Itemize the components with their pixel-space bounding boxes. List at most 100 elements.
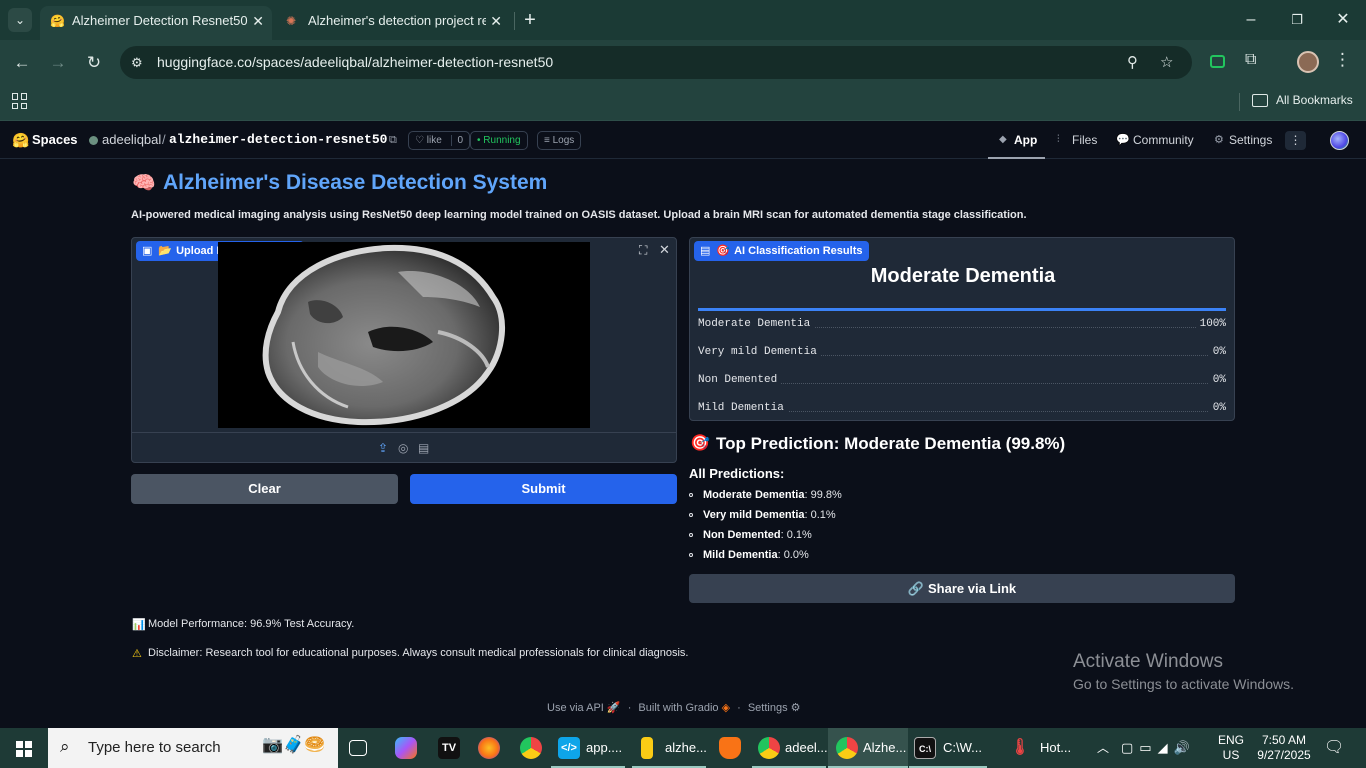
- image-icon: ▣: [142, 245, 153, 257]
- chrome-profile-icon[interactable]: [758, 737, 780, 759]
- start-button[interactable]: [0, 728, 48, 768]
- taskbar-item-chrome-adeel[interactable]: adeel...: [785, 728, 828, 768]
- nav-files[interactable]: Files: [1072, 121, 1097, 159]
- time-text: 7:50 AM: [1261, 733, 1307, 747]
- reload-button[interactable]: ↻: [81, 50, 107, 76]
- search-icon: ⌕: [60, 737, 70, 756]
- clear-image-icon[interactable]: ✕: [659, 242, 670, 258]
- bullet-icon: [689, 553, 693, 557]
- extension-icon[interactable]: [1210, 55, 1225, 68]
- nav-community[interactable]: Community: [1133, 121, 1194, 159]
- weather-text[interactable]: Hot...: [1040, 728, 1071, 768]
- browser-tab-active[interactable]: 🤗 Alzheimer Detection Resnet50 - ✕: [40, 6, 272, 40]
- spaces-logo-icon[interactable]: 🤗: [12, 121, 29, 159]
- bullet-icon: [689, 493, 693, 497]
- chrome-icon[interactable]: [520, 737, 542, 759]
- nav-settings[interactable]: Settings: [1229, 121, 1272, 159]
- share-link-button[interactable]: 🔗 Share via Link: [689, 574, 1235, 603]
- like-button[interactable]: ♡ like 0: [408, 131, 471, 150]
- taskbar-item-app[interactable]: app....: [586, 728, 622, 768]
- bookmarks-divider: [1239, 93, 1240, 111]
- space-repo-name[interactable]: alzheimer-detection-resnet50: [169, 121, 387, 159]
- use-via-api-link[interactable]: Use via API: [547, 702, 604, 714]
- webcam-icon[interactable]: ◎: [398, 441, 408, 455]
- submit-button[interactable]: Submit: [410, 474, 677, 504]
- tray-chevron-icon[interactable]: ︿: [1097, 728, 1109, 768]
- search-highlight-image: 📷🧳🥯: [262, 735, 326, 754]
- close-tab-icon[interactable]: ✕: [248, 6, 264, 36]
- close-window-button[interactable]: ✕: [1320, 0, 1366, 40]
- footer-settings-link[interactable]: Settings: [748, 702, 788, 714]
- all-bookmarks-button[interactable]: All Bookmarks: [1276, 85, 1353, 115]
- url-omnibox[interactable]: ⚙ huggingface.co/spaces/adeeliqbal/alzhe…: [120, 46, 1192, 79]
- tray-icons[interactable]: ▢▭◢🔊: [1121, 728, 1196, 768]
- chrome-active-icon[interactable]: [836, 737, 858, 759]
- tradingview-icon[interactable]: TV: [438, 737, 460, 759]
- prediction-value: : 0.1%: [804, 509, 836, 521]
- path-separator: /: [162, 132, 166, 147]
- settings-gear-icon: ⚙: [1214, 134, 1224, 146]
- site-info-icon[interactable]: ⚙: [131, 46, 143, 79]
- upload-icon[interactable]: ⇪: [378, 441, 388, 455]
- taskbar-item-folder[interactable]: alzhe...: [665, 728, 707, 768]
- back-button[interactable]: ←: [9, 50, 35, 76]
- fullscreen-icon[interactable]: ⛶: [639, 243, 647, 258]
- copilot-icon[interactable]: [395, 737, 417, 759]
- notifications-icon[interactable]: 🗨: [1324, 728, 1344, 768]
- taskbar-item-chrome-alzheimer[interactable]: Alzhe...: [863, 728, 906, 768]
- date-text: 9/27/2025: [1257, 748, 1311, 762]
- language-indicator[interactable]: ENG US: [1218, 733, 1244, 763]
- confidence-row: Moderate Dementia 100%: [698, 308, 1226, 334]
- brave-icon[interactable]: [719, 737, 741, 759]
- clear-button[interactable]: Clear: [131, 474, 398, 504]
- browser-menu-icon[interactable]: ⋮: [1334, 50, 1351, 70]
- files-icon: ⫶: [1057, 134, 1060, 145]
- built-with-gradio-link[interactable]: Built with Gradio: [638, 702, 718, 714]
- forward-button[interactable]: →: [45, 50, 71, 76]
- profile-avatar[interactable]: [1297, 51, 1319, 73]
- label-chart-icon: ▤: [700, 245, 711, 257]
- new-tab-button[interactable]: +: [518, 6, 542, 34]
- zoom-icon[interactable]: ⚲: [1127, 46, 1138, 79]
- hf-space-header: 🤗 Spaces adeeliqbal / alzheimer-detectio…: [0, 121, 1366, 159]
- confidence-value: 0%: [1208, 346, 1226, 358]
- weather-thermometer-icon[interactable]: 🌡: [1009, 737, 1031, 759]
- browser-tab[interactable]: ✺ Alzheimer's detection project re ✕: [276, 6, 510, 40]
- footer-sep: ·: [627, 702, 632, 714]
- bookmark-star-icon[interactable]: ☆: [1160, 46, 1173, 79]
- folder-icon: [1252, 94, 1268, 107]
- logs-button[interactable]: ≡ Logs: [537, 131, 582, 150]
- results-label: ▤ 🎯 AI Classification Results: [694, 241, 870, 261]
- clipboard-icon[interactable]: ▤: [418, 441, 429, 455]
- confidence-row: Mild Dementia 0%: [698, 402, 1226, 418]
- restore-button[interactable]: ❐: [1274, 0, 1320, 40]
- results-panel: ▤ 🎯 AI Classification Results Moderate Dem…: [689, 237, 1235, 421]
- clock[interactable]: 7:50 AM 9/27/2025: [1254, 733, 1314, 763]
- windows-taskbar: ⌕ Type here to search 📷🧳🥯 TV </> app....…: [0, 728, 1366, 768]
- task-view-icon[interactable]: [349, 740, 367, 756]
- apps-grid-icon[interactable]: [12, 93, 28, 109]
- nav-app[interactable]: App: [1014, 121, 1037, 159]
- tab-search-button[interactable]: ⌄: [8, 8, 32, 32]
- space-owner-link[interactable]: adeeliqbal: [102, 121, 161, 159]
- folder-emoji-icon: 📂: [158, 245, 173, 257]
- upload-panel[interactable]: ▣📂Upload Brain MRI Scan ⛶ ✕: [131, 237, 677, 463]
- footer-sep: ·: [737, 702, 741, 714]
- minimize-button[interactable]: –: [1228, 0, 1274, 40]
- extensions-puzzle-icon[interactable]: ⧉: [1245, 51, 1256, 69]
- terminal-icon[interactable]: C:\: [914, 737, 936, 759]
- spaces-link[interactable]: Spaces: [32, 121, 78, 159]
- url-text[interactable]: huggingface.co/spaces/adeeliqbal/alzheim…: [157, 46, 553, 79]
- file-explorer-icon[interactable]: [641, 737, 653, 759]
- user-avatar-circle[interactable]: [1330, 131, 1349, 150]
- copy-icon[interactable]: ⧉: [389, 121, 397, 159]
- close-tab-icon[interactable]: ✕: [486, 6, 502, 36]
- taskbar-search-box[interactable]: ⌕ Type here to search 📷🧳🥯: [48, 728, 338, 768]
- firefox-icon[interactable]: [478, 737, 500, 759]
- prediction-item: Mild Dementia: 0.0%: [689, 549, 809, 561]
- vscode-icon[interactable]: </>: [558, 737, 580, 759]
- prediction-item: Very mild Dementia: 0.1%: [689, 509, 836, 521]
- more-options-button[interactable]: ⋮: [1285, 131, 1306, 150]
- logs-icon: ≡: [544, 135, 550, 146]
- taskbar-item-terminal[interactable]: C:\W...: [943, 728, 982, 768]
